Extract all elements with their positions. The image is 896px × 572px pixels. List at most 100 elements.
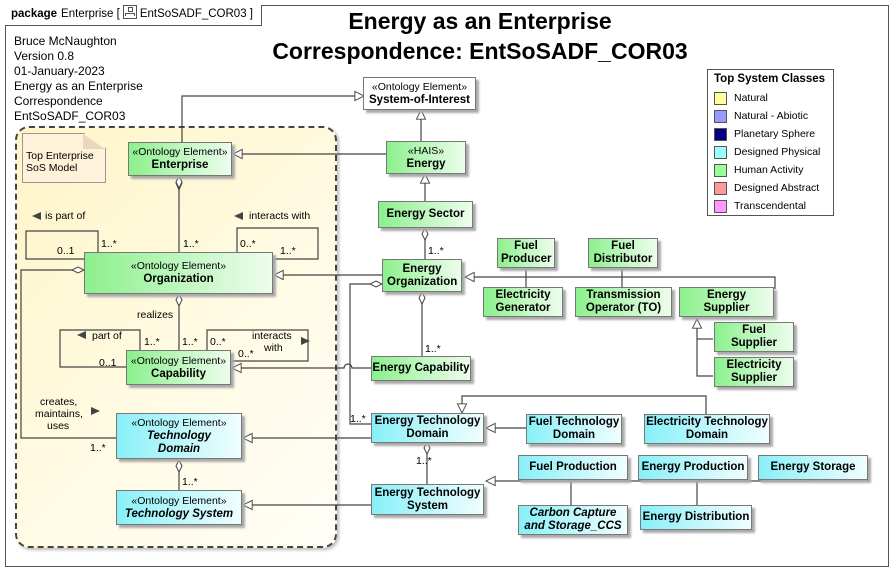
element-name: Enterprise [151, 159, 209, 171]
mult-etd-ets: 1..* [416, 455, 432, 467]
element-energy-technology-domain[interactable]: Energy Technology Domain [371, 413, 484, 443]
element-name: Energy Production [641, 461, 745, 473]
element-name: Electricity Generator [495, 289, 551, 314]
element-electricity-generator[interactable]: Electricity Generator [483, 287, 563, 317]
element-name: Fuel Distributor [593, 240, 653, 265]
gen-suppliers-esupplier [697, 319, 713, 377]
legend-label: Human Activity [734, 164, 804, 176]
element-energy-technology-system[interactable]: Energy Technology System [371, 484, 484, 515]
mult-cap-partof-1n: 1..* [144, 336, 160, 348]
element-name: Energy Storage [770, 461, 856, 473]
legend-label: Designed Physical [734, 146, 821, 158]
element-carbon-capture[interactable]: Carbon Capture and Storage_CCS [518, 505, 628, 535]
element-electricity-technology-domain[interactable]: Electricity Technology Domain [644, 414, 770, 444]
mult-ent-org: 1..* [183, 238, 199, 250]
mult-org-inter-1n: 1..* [280, 245, 296, 257]
element-fuel-technology-domain[interactable]: Fuel Technology Domain [526, 414, 622, 444]
legend-item: Transcendental [714, 197, 827, 215]
legend-label: Designed Abstract [734, 182, 820, 194]
element-name: Energy Technology Domain [374, 415, 481, 440]
stereotype: «Ontology Element» [371, 80, 468, 93]
element-electricity-supplier[interactable]: Electricity Supplier [714, 357, 794, 387]
element-enterprise[interactable]: «Ontology Element» Enterprise [128, 142, 232, 176]
mult-cap-partof-01: 0..1 [99, 357, 117, 369]
legend-item: Natural [714, 89, 827, 107]
legend-swatch [714, 127, 727, 141]
element-energy-sector[interactable]: Energy Sector [378, 201, 473, 228]
element-organization[interactable]: «Ontology Element» Organization [84, 252, 273, 294]
element-fuel-supplier[interactable]: Fuel Supplier [714, 322, 794, 352]
legend-item: Designed Abstract [714, 179, 827, 197]
element-name: Energy Technology System [374, 486, 481, 512]
element-name: Technology Domain [146, 429, 212, 455]
arrow-creates [91, 407, 100, 415]
element-name: System-of-Interest [369, 93, 470, 106]
legend-swatch [714, 145, 727, 159]
label-with: with [264, 342, 283, 354]
label-part-of: part of [92, 330, 122, 342]
gen-eltd-etd [462, 395, 707, 414]
element-name: Transmission Operator (TO) [585, 289, 662, 314]
element-name: Technology System [124, 507, 234, 520]
mult-org-cap: 1..* [182, 336, 198, 348]
legend-item: Designed Physical [714, 143, 827, 161]
legend-item: Planetary Sphere [714, 125, 827, 143]
label-creates: creates, [40, 396, 78, 408]
element-name: Fuel Supplier [730, 324, 777, 349]
element-name: Energy Sector [386, 208, 465, 220]
element-technology-domain[interactable]: «Ontology Element» Technology Domain [116, 413, 242, 459]
legend-swatch [714, 199, 727, 213]
legend-swatch [714, 181, 727, 195]
agg-eorg-etd [349, 283, 382, 425]
legend-label: Natural [734, 92, 768, 104]
element-name: Carbon Capture and Storage_CCS [524, 507, 622, 532]
element-name: Capability [151, 367, 206, 380]
element-name: Fuel Producer [501, 240, 552, 265]
legend-swatch [714, 163, 727, 177]
mult-eorg-etd: 1..* [350, 413, 366, 425]
legend: Top System Classes Natural Natural - Abio… [707, 69, 834, 216]
arrow-is-part-of [32, 212, 41, 220]
element-name: Energy Distribution [642, 511, 750, 523]
arrow-part-of [77, 331, 86, 339]
element-name: Energy [406, 157, 446, 170]
gen-ecap-capability [232, 364, 372, 368]
legend-swatch [714, 109, 727, 123]
legend-swatch [714, 91, 727, 105]
label-maintains: maintains, [35, 408, 83, 420]
element-energy-storage[interactable]: Energy Storage [758, 455, 868, 480]
element-fuel-production[interactable]: Fuel Production [518, 455, 628, 480]
mult-org-partof-1n: 1..* [101, 238, 117, 250]
element-energy-production[interactable]: Energy Production [638, 455, 748, 480]
element-system-of-interest[interactable]: «Ontology Element» System-of-Interest [363, 77, 476, 110]
label-is-part-of: is part of [45, 210, 86, 222]
label-interacts: interacts [252, 330, 292, 342]
stereotype: «Ontology Element» [130, 354, 227, 367]
arrow-interacts [301, 337, 310, 345]
element-energy[interactable]: «HAIS» Energy [386, 141, 466, 174]
element-technology-system[interactable]: «Ontology Element» Technology System [116, 490, 242, 525]
legend-label: Natural - Abiotic [734, 110, 809, 122]
mult-sector-eorg: 1..* [428, 245, 444, 257]
legend-label: Planetary Sphere [734, 128, 816, 140]
stereotype: «HAIS» [407, 144, 445, 157]
element-energy-distribution[interactable]: Energy Distribution [640, 505, 752, 530]
element-name: Energy Organization [387, 262, 458, 288]
mult-cap-inter-0n: 0..* [210, 336, 226, 348]
gen-enterprise-soi [181, 96, 364, 142]
element-fuel-producer[interactable]: Fuel Producer [497, 238, 555, 268]
element-energy-capability[interactable]: Energy Capability [371, 356, 471, 381]
legend-item: Natural - Abiotic [714, 107, 827, 125]
element-fuel-distributor[interactable]: Fuel Distributor [588, 238, 658, 268]
element-name: Energy Capability [372, 362, 470, 374]
element-energy-supplier[interactable]: Energy Supplier [679, 287, 774, 317]
element-capability[interactable]: «Ontology Element» Capability [126, 350, 231, 385]
element-energy-organization[interactable]: Energy Organization [382, 259, 462, 292]
label-interacts-with: interacts with [249, 210, 311, 222]
mult-td-ts: 1..* [182, 476, 198, 488]
element-transmission-operator[interactable]: Transmission Operator (TO) [575, 287, 672, 317]
stereotype: «Ontology Element» [131, 416, 227, 429]
element-name: Energy Supplier [703, 289, 750, 314]
mult-eorg-ecap: 1..* [425, 343, 441, 355]
stereotype: «Ontology Element» [131, 494, 227, 507]
